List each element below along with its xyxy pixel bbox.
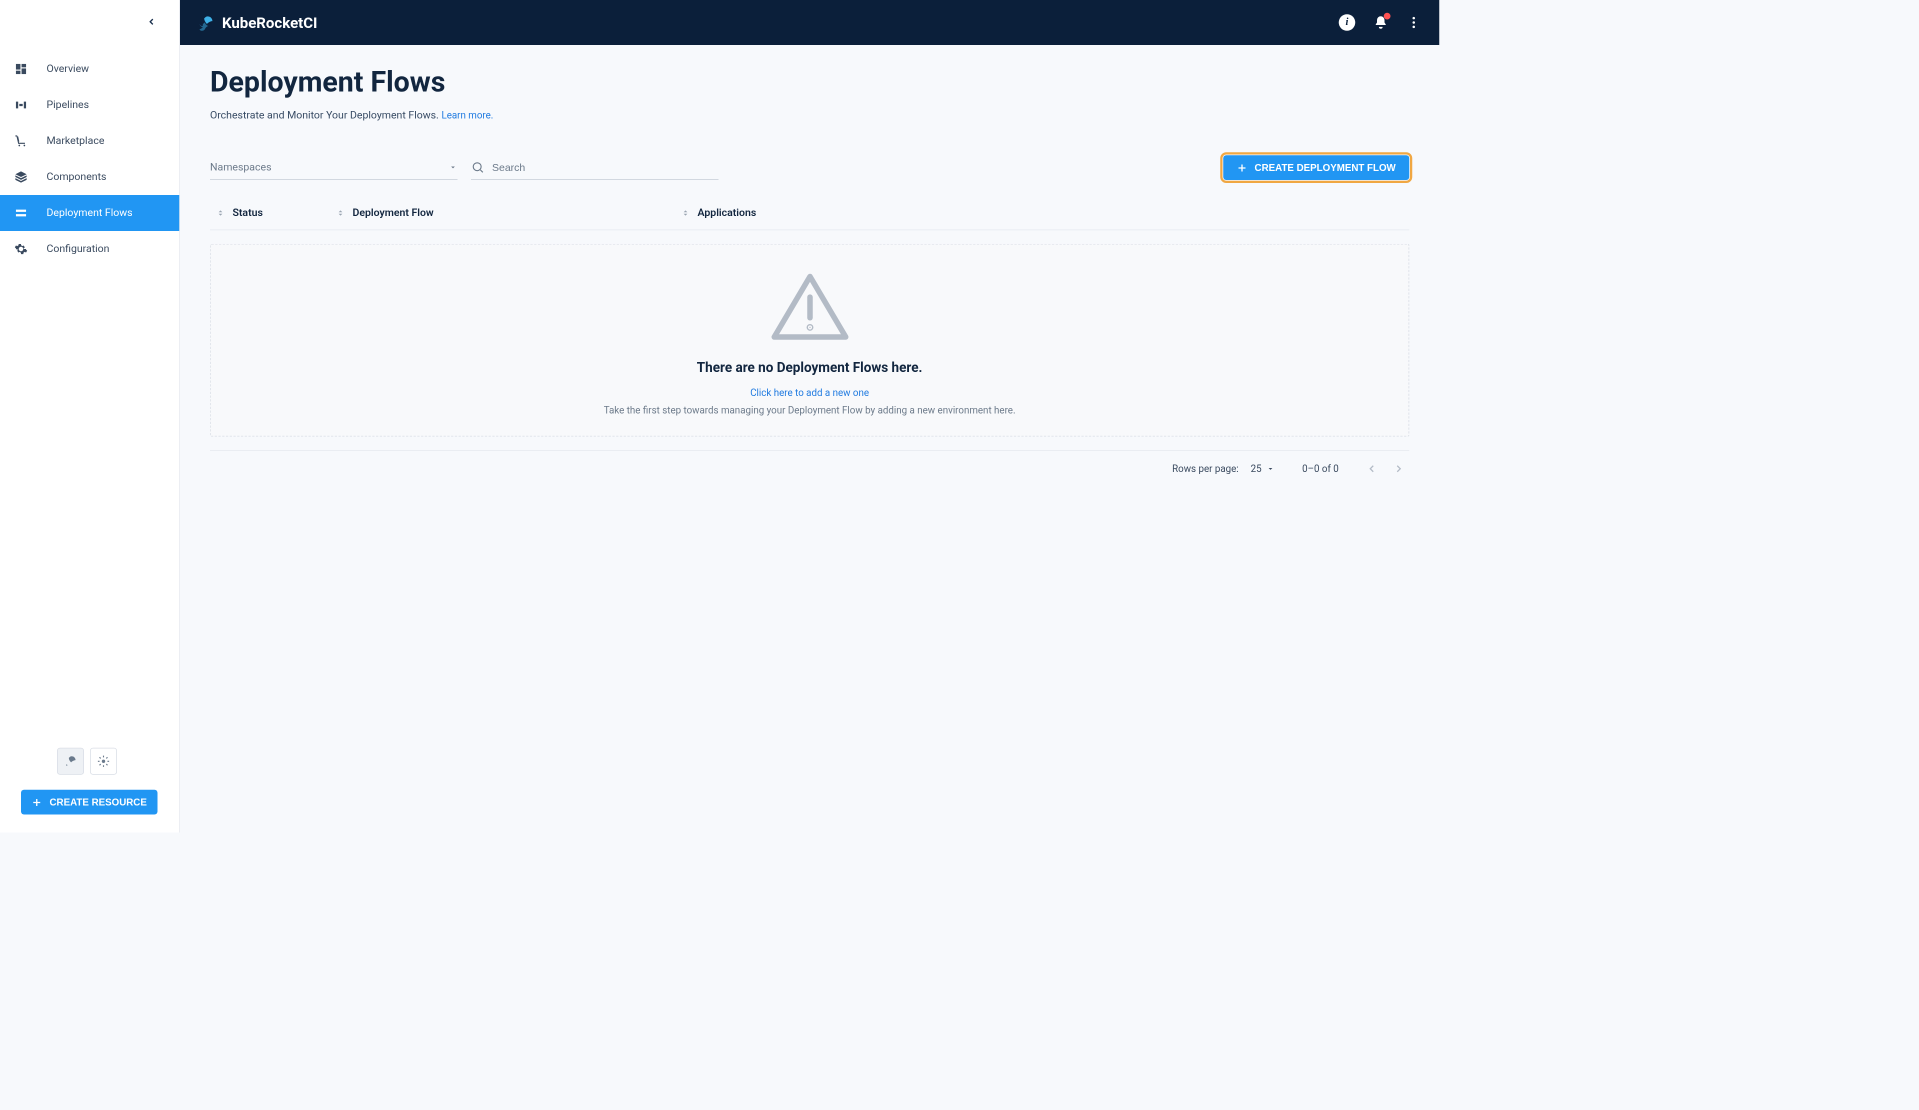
chevron-left-icon — [146, 16, 157, 27]
sidebar-item-marketplace[interactable]: Marketplace — [0, 123, 179, 159]
sidebar-item-label: Marketplace — [47, 135, 105, 147]
sort-icon — [216, 207, 225, 219]
flows-icon — [14, 206, 29, 221]
empty-title: There are no Deployment Flows here. — [226, 360, 1394, 376]
column-status[interactable]: Status — [216, 207, 336, 219]
sort-icon — [681, 207, 690, 219]
sidebar-item-overview[interactable]: Overview — [0, 51, 179, 87]
notifications-button[interactable] — [1373, 15, 1388, 30]
page-title: Deployment Flows — [210, 66, 1409, 99]
sidebar-item-components[interactable]: Components — [0, 159, 179, 195]
rocket-icon — [198, 14, 215, 31]
rows-per-page-label: Rows per page: — [1172, 463, 1239, 474]
caret-down-icon — [1266, 464, 1275, 473]
search-icon — [471, 160, 485, 174]
empty-add-link[interactable]: Click here to add a new one — [750, 388, 869, 399]
caret-down-icon — [449, 162, 458, 171]
page-subtitle: Orchestrate and Monitor Your Deployment … — [210, 110, 1409, 122]
next-page-button[interactable] — [1393, 463, 1405, 475]
pagination: Rows per page: 25 0–0 of 0 — [210, 450, 1409, 475]
sidebar-item-label: Pipelines — [47, 99, 90, 111]
column-applications[interactable]: Applications — [681, 207, 831, 219]
sidebar-item-label: Overview — [47, 63, 90, 75]
brand-name: KubeRocketCI — [222, 14, 317, 32]
notification-dot — [1384, 13, 1391, 20]
sidebar-item-configuration[interactable]: Configuration — [0, 231, 179, 267]
empty-description: Take the first step towards managing you… — [226, 405, 1394, 416]
sidebar-item-label: Components — [47, 171, 107, 183]
brand-logo[interactable]: KubeRocketCI — [198, 14, 317, 32]
sort-icon — [336, 207, 345, 219]
more-menu-button[interactable] — [1406, 15, 1421, 30]
gear-icon — [14, 242, 29, 257]
sidebar-item-deployment-flows[interactable]: Deployment Flows — [0, 195, 179, 231]
pipeline-icon — [14, 98, 29, 113]
cart-icon — [14, 134, 29, 149]
namespaces-label: Namespaces — [210, 161, 271, 173]
layers-icon — [14, 170, 29, 185]
rows-per-page-select[interactable]: 25 — [1251, 463, 1275, 474]
theme-settings-button[interactable] — [90, 748, 117, 775]
prev-page-button[interactable] — [1366, 463, 1378, 475]
sidebar-item-label: Deployment Flows — [47, 207, 133, 219]
create-deployment-flow-button[interactable]: CREATE DEPLOYMENT FLOW — [1223, 155, 1409, 180]
sidebar: Overview Pipelines Marketplace Component… — [0, 45, 180, 833]
info-button[interactable]: i — [1339, 14, 1356, 31]
plus-icon — [32, 797, 43, 808]
kebab-icon — [1406, 15, 1421, 30]
namespaces-select[interactable]: Namespaces — [210, 155, 458, 181]
learn-more-link[interactable]: Learn more. — [441, 110, 493, 121]
search-box — [471, 155, 719, 181]
sun-gear-icon — [97, 755, 111, 769]
dashboard-icon — [14, 62, 29, 77]
plus-icon — [1237, 162, 1248, 173]
create-resource-button[interactable]: CREATE RESOURCE — [21, 790, 157, 815]
sidebar-item-label: Configuration — [47, 243, 110, 255]
column-deployment-flow[interactable]: Deployment Flow — [336, 207, 681, 219]
theme-rocket-button[interactable] — [57, 748, 84, 775]
table-header: Status Deployment Flow Applications — [210, 197, 1409, 231]
create-resource-label: CREATE RESOURCE — [50, 797, 147, 808]
sidebar-item-pipelines[interactable]: Pipelines — [0, 87, 179, 123]
sidebar-collapse-button[interactable] — [146, 15, 157, 29]
main-content: Deployment Flows Orchestrate and Monitor… — [180, 45, 1439, 833]
rocket-icon — [64, 755, 78, 769]
empty-state: There are no Deployment Flows here. Clic… — [210, 244, 1409, 437]
warning-icon — [768, 270, 851, 344]
create-flow-label: CREATE DEPLOYMENT FLOW — [1255, 162, 1396, 173]
search-input[interactable] — [492, 161, 719, 173]
pagination-range: 0–0 of 0 — [1302, 463, 1339, 474]
